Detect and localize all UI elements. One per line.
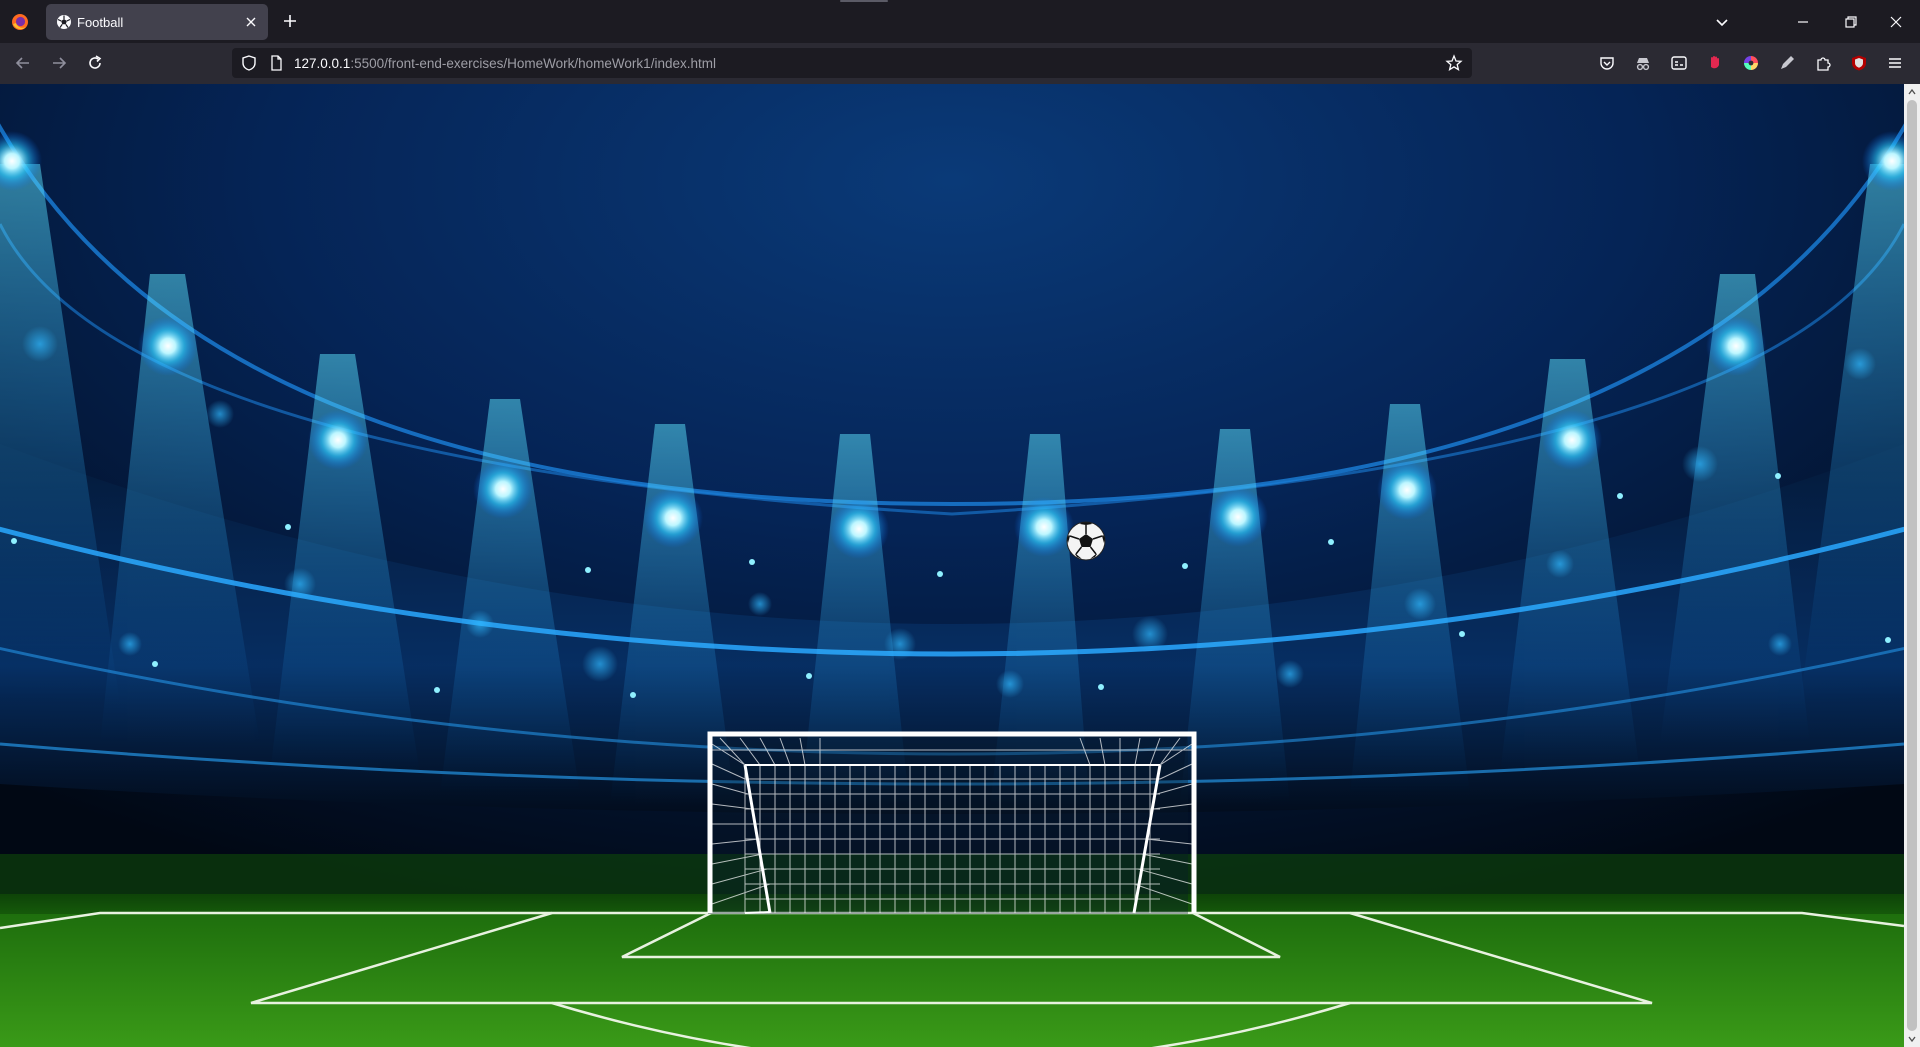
drag-handle[interactable] (840, 0, 888, 2)
tab-bar: Football (0, 0, 1920, 43)
page-content (0, 84, 1904, 1047)
page-info-icon[interactable] (267, 54, 285, 72)
navigation-bar: 127.0.0.1:5500/front-end-exercises/HomeW… (0, 43, 1920, 84)
chevron-down-icon[interactable] (1713, 13, 1731, 31)
soccer-ball-icon (57, 15, 71, 29)
color-wheel-icon[interactable] (1742, 54, 1760, 72)
puzzle-icon[interactable] (1814, 54, 1832, 72)
scroll-down-arrow-icon[interactable] (1908, 1035, 1916, 1043)
pocket-icon[interactable] (1598, 54, 1616, 72)
back-icon[interactable] (14, 54, 32, 72)
tracking-protection-icon[interactable] (240, 54, 258, 72)
reload-icon[interactable] (86, 54, 104, 72)
pen-icon[interactable] (1778, 54, 1796, 72)
new-tab-icon[interactable] (281, 12, 299, 30)
url-text[interactable]: 127.0.0.1:5500/front-end-exercises/HomeW… (294, 56, 716, 71)
stadium-background (0, 84, 1904, 1047)
restore-icon[interactable] (1842, 13, 1860, 31)
reader-icon[interactable] (1670, 54, 1688, 72)
bookmark-star-icon[interactable] (1445, 54, 1463, 72)
minimize-icon[interactable] (1794, 13, 1812, 31)
soccer-ball-icon[interactable] (1066, 521, 1106, 561)
close-tab-icon[interactable] (242, 13, 260, 31)
scroll-up-arrow-icon[interactable] (1908, 88, 1916, 96)
vertical-scrollbar[interactable] (1904, 84, 1920, 1047)
tab-title: Football (77, 15, 124, 30)
firefox-logo-icon[interactable] (10, 12, 30, 32)
ublock-shield-icon[interactable] (1850, 54, 1868, 72)
tab-football[interactable]: Football (46, 4, 268, 40)
menu-icon[interactable] (1886, 54, 1904, 72)
url-path: :5500/front-end-exercises/HomeWork/homeW… (350, 56, 716, 71)
close-window-icon[interactable] (1887, 13, 1905, 31)
url-bar[interactable]: 127.0.0.1:5500/front-end-exercises/HomeW… (232, 48, 1472, 78)
incognito-icon[interactable] (1634, 54, 1652, 72)
goal-net (707, 731, 1197, 914)
hand-icon[interactable] (1706, 54, 1724, 72)
url-host: 127.0.0.1 (294, 56, 351, 71)
forward-icon[interactable] (50, 54, 68, 72)
scrollbar-thumb[interactable] (1907, 100, 1917, 1031)
